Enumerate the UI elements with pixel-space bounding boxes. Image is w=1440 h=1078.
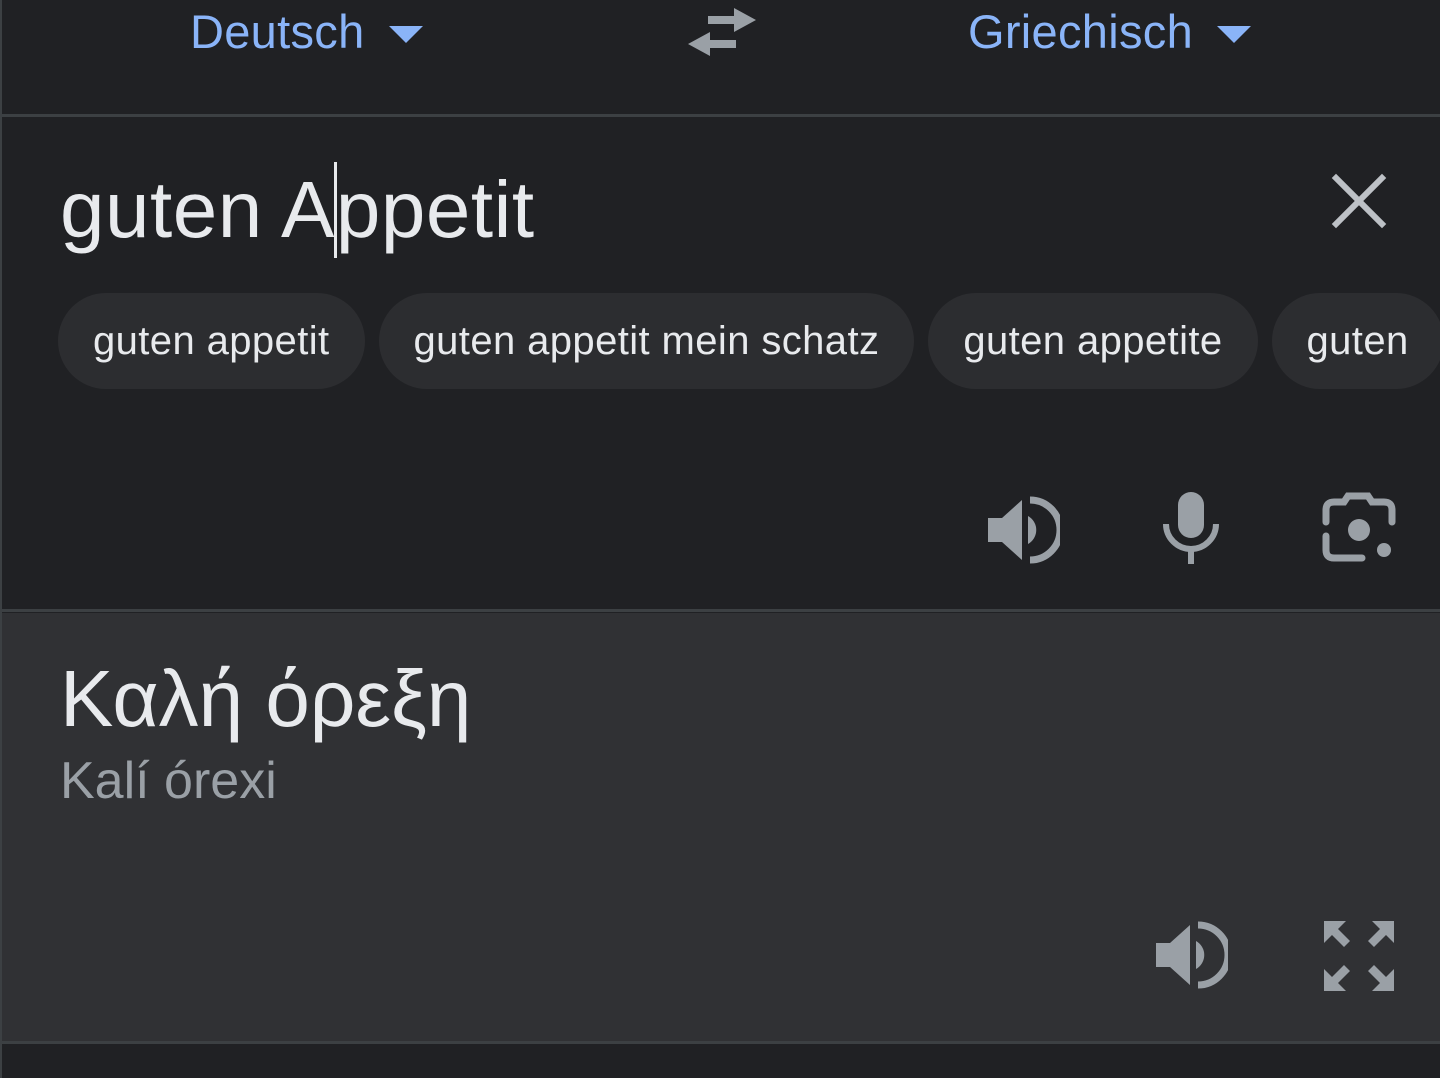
transliteration-text: Kalí órexi xyxy=(60,752,277,810)
source-language-button[interactable]: Deutsch xyxy=(190,0,423,62)
listen-translation-button[interactable] xyxy=(1154,919,1232,991)
swap-languages-button[interactable] xyxy=(686,4,758,60)
bottom-area xyxy=(2,1044,1440,1078)
suggestion-chip[interactable]: guten xyxy=(1271,293,1440,389)
fullscreen-icon xyxy=(1324,921,1394,991)
suggestion-chip[interactable]: guten appetit xyxy=(58,293,365,389)
close-icon xyxy=(1331,173,1387,229)
listen-source-button[interactable] xyxy=(986,494,1064,566)
divider xyxy=(2,114,1440,117)
fullscreen-button[interactable] xyxy=(1322,919,1396,993)
target-language-label: Griechisch xyxy=(968,4,1194,58)
suggestion-chips: guten appetit guten appetit mein schatz gu… xyxy=(58,293,1440,391)
suggestion-chip[interactable]: guten appetite xyxy=(928,293,1258,389)
microphone-icon xyxy=(1163,492,1219,564)
camera-icon xyxy=(1322,492,1396,562)
speaker-icon xyxy=(988,496,1064,564)
target-language-button[interactable]: Griechisch xyxy=(968,0,1252,62)
input-area: guten Appetit guten appetit guten appetit… xyxy=(2,118,1440,610)
translate-app: Deutsch Griechisch guten Appetit guten a… xyxy=(0,0,1440,1078)
speaker-icon xyxy=(1156,921,1232,989)
chevron-down-icon xyxy=(1217,25,1252,43)
source-text-input[interactable]: guten Appetit xyxy=(60,162,535,258)
swap-languages-icon xyxy=(688,8,756,56)
divider xyxy=(2,609,1440,612)
microphone-button[interactable] xyxy=(1160,490,1222,566)
suggestion-chip[interactable]: guten appetit mein schatz xyxy=(378,293,915,389)
camera-translate-button[interactable] xyxy=(1322,492,1396,566)
clear-text-button[interactable] xyxy=(1328,170,1390,232)
language-bar: Deutsch Griechisch xyxy=(2,0,1440,115)
translation-text: Καλή όρεξη xyxy=(60,654,472,743)
chevron-down-icon xyxy=(388,25,423,43)
output-area: Καλή όρεξη Kalí órexi xyxy=(2,613,1440,1041)
source-language-label: Deutsch xyxy=(190,4,365,58)
source-text-after-caret: ppetit xyxy=(335,165,535,254)
source-text-before-caret: guten A xyxy=(60,165,335,254)
